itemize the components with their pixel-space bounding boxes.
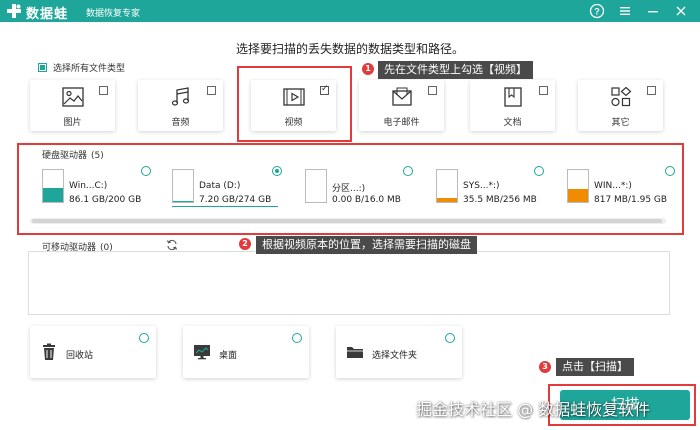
usage-fill bbox=[568, 188, 588, 202]
refresh-icon[interactable] bbox=[166, 239, 178, 251]
drive-item[interactable]: Win...C:) 86.1 GB/200 GB bbox=[42, 166, 152, 206]
svg-text:?: ? bbox=[594, 7, 600, 17]
title-bar: 数据蛙 数据恢复专家 ? bbox=[0, 0, 700, 22]
select-all-label: 选择所有文件类型 bbox=[53, 64, 126, 74]
file-type-label: 其它 bbox=[611, 118, 630, 128]
hard-drives-label: 硬盘驱动器 bbox=[42, 151, 88, 161]
highlight-box-video bbox=[237, 66, 352, 142]
drive-name: SYS...*:) bbox=[463, 181, 500, 191]
drive-name: Win...C:) bbox=[69, 181, 108, 191]
file-type-label: 图片 bbox=[63, 118, 82, 128]
close-icon[interactable] bbox=[673, 3, 689, 19]
step-tip-3: 点击【扫描】 bbox=[556, 358, 634, 376]
file-type-other[interactable]: 其它 bbox=[578, 80, 663, 131]
instruction-text: 选择要扫描的丢失数据的数据类型和路径。 bbox=[235, 42, 464, 56]
drive-item[interactable]: Data (D:) 7.20 GB/274 GB bbox=[172, 166, 284, 207]
recycle-bin-icon bbox=[43, 343, 55, 360]
removable-drives-panel bbox=[28, 251, 670, 315]
help-icon[interactable]: ? bbox=[589, 3, 605, 19]
step-badge-2: 2 bbox=[239, 238, 251, 250]
location-radio[interactable] bbox=[292, 333, 302, 343]
app-name: 数据蛙 bbox=[26, 7, 69, 22]
drive-radio[interactable] bbox=[141, 166, 151, 176]
drive-name: Data (D:) bbox=[199, 181, 241, 191]
drive-radio[interactable] bbox=[272, 166, 282, 176]
drive-item[interactable]: WIN...*:) 817 MB/1.95 GB bbox=[567, 166, 677, 206]
drive-name: 分区...:) bbox=[332, 184, 366, 194]
scrollbar-thumb[interactable] bbox=[32, 219, 662, 223]
location-desktop[interactable]: 桌面 bbox=[183, 326, 309, 378]
drive-item[interactable]: SYS...*:) 35.5 MB/256 MB bbox=[436, 166, 546, 206]
document-icon bbox=[503, 87, 522, 107]
checkbox[interactable] bbox=[539, 86, 548, 95]
minimize-icon[interactable] bbox=[645, 3, 661, 19]
drive-size: 7.20 GB/274 GB bbox=[199, 195, 272, 205]
drive-radio[interactable] bbox=[665, 166, 675, 176]
selected-underline bbox=[172, 206, 278, 207]
music-icon bbox=[171, 87, 189, 106]
usage-fill bbox=[437, 197, 457, 202]
drive-item[interactable]: 分区...:) 0.00 B/16.0 MB bbox=[305, 166, 415, 206]
location-label: 桌面 bbox=[219, 351, 238, 361]
drive-size: 0.00 B/16.0 MB bbox=[332, 195, 401, 205]
drive-icon bbox=[567, 169, 589, 203]
drive-icon bbox=[172, 169, 194, 203]
drive-size: 35.5 MB/256 MB bbox=[463, 195, 537, 205]
checkbox[interactable] bbox=[428, 86, 437, 95]
drive-icon bbox=[305, 169, 327, 203]
step-tip-1: 先在文件类型上勾选【视频】 bbox=[378, 61, 533, 79]
usage-fill bbox=[173, 201, 193, 202]
file-type-document[interactable]: 文档 bbox=[470, 80, 555, 131]
location-radio[interactable] bbox=[139, 333, 149, 343]
location-select-folder[interactable]: 选择文件夹 bbox=[336, 326, 462, 378]
file-type-label: 音频 bbox=[171, 118, 190, 128]
file-type-email[interactable]: 电子邮件 bbox=[359, 80, 444, 131]
drive-icon bbox=[436, 169, 458, 203]
location-radio[interactable] bbox=[445, 333, 455, 343]
drives-scrollbar[interactable] bbox=[30, 218, 666, 224]
other-icon bbox=[610, 87, 631, 107]
checkbox[interactable] bbox=[99, 86, 108, 95]
file-type-label: 电子邮件 bbox=[383, 118, 420, 128]
usage-fill bbox=[43, 188, 63, 202]
file-type-label: 文档 bbox=[503, 118, 522, 128]
menu-icon[interactable] bbox=[617, 3, 633, 19]
file-type-audio[interactable]: 音频 bbox=[138, 80, 223, 131]
drive-size: 817 MB/1.95 GB bbox=[594, 195, 668, 205]
email-icon bbox=[391, 87, 412, 106]
drive-radio[interactable] bbox=[534, 166, 544, 176]
checkbox[interactable] bbox=[207, 86, 216, 95]
hard-drives-header: 硬盘驱动器 (5) bbox=[42, 148, 104, 161]
desktop-icon bbox=[194, 345, 210, 360]
select-all-checkbox[interactable]: 选择所有文件类型 bbox=[38, 61, 125, 74]
drive-name: WIN...*:) bbox=[594, 181, 632, 191]
checkbox-icon bbox=[38, 63, 47, 72]
step-badge-3: 3 bbox=[539, 361, 551, 373]
folder-icon bbox=[347, 347, 363, 358]
location-label: 选择文件夹 bbox=[372, 351, 418, 361]
drive-icon bbox=[42, 169, 64, 203]
logo-icon bbox=[7, 4, 21, 18]
drive-size: 86.1 GB/200 GB bbox=[69, 195, 142, 205]
hard-drives-count: (5) bbox=[91, 151, 104, 161]
location-label: 回收站 bbox=[66, 351, 94, 361]
step-tip-2: 根据视频原本的位置，选择需要扫描的磁盘 bbox=[256, 236, 477, 254]
watermark-text: 掘金技术社区 @ 数据蛙恢复软件 bbox=[416, 400, 651, 419]
drive-radio[interactable] bbox=[403, 166, 413, 176]
checkbox[interactable] bbox=[647, 86, 656, 95]
location-recycle-bin[interactable]: 回收站 bbox=[30, 326, 156, 378]
file-type-image[interactable]: 图片 bbox=[30, 80, 115, 131]
step-badge-1: 1 bbox=[362, 63, 374, 75]
image-icon bbox=[61, 87, 84, 107]
app-subtitle: 数据恢复专家 bbox=[86, 9, 141, 19]
